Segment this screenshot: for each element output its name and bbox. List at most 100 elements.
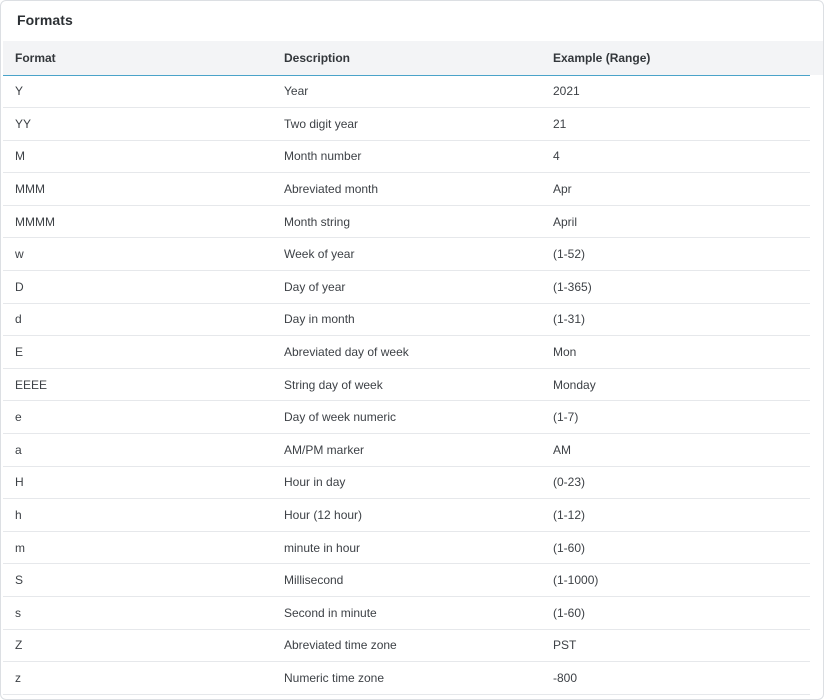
cell-example: Monday [541,368,810,402]
row-spacer [810,466,823,499]
cell-format: E [3,335,272,369]
cell-example: Mon [541,335,810,369]
cell-description: Hour (12 hour) [272,498,541,532]
row-spacer [810,368,823,401]
column-header-description: Description [272,41,541,76]
table-row: S Millisecond (1-1000) [3,563,823,597]
table-row: Z Abreviated time zone PST [3,629,823,663]
table-row: a AM/PM marker AM [3,433,823,467]
cell-format: w [3,237,272,272]
row-spacer [810,531,823,564]
cell-example: (1-31) [541,303,810,337]
formats-panel: Formats Format Description Example (Rang… [0,0,824,700]
cell-format: M [3,140,272,174]
cell-example: (1-12) [541,498,810,532]
cell-format: MMMM [3,205,272,239]
row-spacer [810,434,823,467]
row-spacer [810,75,823,108]
cell-format: S [3,563,272,597]
cell-description: Month number [272,140,541,174]
table-row: Y Year 2021 [3,75,823,109]
cell-format: m [3,531,272,565]
cell-format: D [3,270,272,304]
cell-description: Day of week numeric [272,400,541,435]
row-spacer [810,303,823,336]
cell-description: Year [272,75,541,109]
cell-example: AM [541,433,810,467]
formats-table: Format Description Example (Range) Y Year… [3,41,823,695]
cell-format: s [3,596,272,630]
cell-example: (1-60) [541,596,810,630]
cell-format: Y [3,75,272,109]
cell-description: String day of week [272,368,541,402]
row-spacer [810,108,823,141]
cell-example: (0-23) [541,466,810,500]
panel-title: Formats [17,12,73,28]
cell-example: 2021 [541,75,810,109]
cell-format: e [3,400,272,435]
header-spacer [810,41,823,75]
cell-format: EEEE [3,368,272,402]
cell-description: Day of year [272,270,541,304]
cell-example: (1-7) [541,400,810,435]
formats-table-container: Format Description Example (Range) Y Year… [3,41,823,695]
cell-example: Apr [541,172,810,206]
cell-description: AM/PM marker [272,433,541,467]
row-spacer [810,662,823,695]
cell-format: H [3,466,272,500]
cell-format: h [3,498,272,532]
cell-description: Week of year [272,237,541,272]
cell-example: (1-365) [541,270,810,304]
cell-format: d [3,303,272,337]
row-spacer [810,238,823,271]
cell-format: Z [3,629,272,663]
cell-example: 4 [541,140,810,174]
cell-description: Millisecond [272,563,541,597]
row-spacer [810,564,823,597]
cell-description: Second in minute [272,596,541,630]
table-row: MMM Abreviated month Apr [3,172,823,206]
cell-example: PST [541,629,810,663]
table-row: h Hour (12 hour) (1-12) [3,498,823,532]
cell-description: Month string [272,205,541,239]
cell-description: Two digit year [272,107,541,141]
cell-format: a [3,433,272,467]
cell-example: (1-52) [541,237,810,272]
row-spacer [810,401,823,434]
row-spacer [810,336,823,369]
cell-description: Abreviated day of week [272,335,541,369]
row-spacer [810,629,823,662]
cell-description: Numeric time zone [272,661,541,695]
row-spacer [810,140,823,173]
row-spacer [810,499,823,532]
row-spacer [810,173,823,206]
table-header-row: Format Description Example (Range) [3,41,823,76]
cell-description: Day in month [272,303,541,337]
table-body: Y Year 2021 YY Two digit year 21 M Month number… [3,75,823,695]
table-row: E Abreviated day of week Mon [3,335,823,369]
cell-example: (1-60) [541,531,810,565]
row-spacer [810,271,823,304]
cell-example: (1-1000) [541,563,810,597]
column-header-example: Example (Range) [541,41,810,76]
row-spacer [810,597,823,630]
table-row: s Second in minute (1-60) [3,596,823,630]
cell-description: Abreviated month [272,172,541,206]
cell-format: z [3,661,272,695]
cell-example: -800 [541,661,810,695]
table-row: H Hour in day (0-23) [3,466,823,500]
cell-description: minute in hour [272,531,541,565]
table-row: D Day of year (1-365) [3,270,823,304]
table-row: EEEE String day of week Monday [3,368,823,402]
table-row: e Day of week numeric (1-7) [3,400,823,435]
cell-description: Abreviated time zone [272,629,541,663]
table-row: z Numeric time zone -800 [3,661,823,695]
table-row: YY Two digit year 21 [3,107,823,141]
cell-description: Hour in day [272,466,541,500]
row-spacer [810,205,823,238]
table-row: w Week of year (1-52) [3,237,823,272]
cell-example: 21 [541,107,810,141]
table-row: M Month number 4 [3,140,823,174]
table-row: MMMM Month string April [3,205,823,239]
cell-format: MMM [3,172,272,206]
